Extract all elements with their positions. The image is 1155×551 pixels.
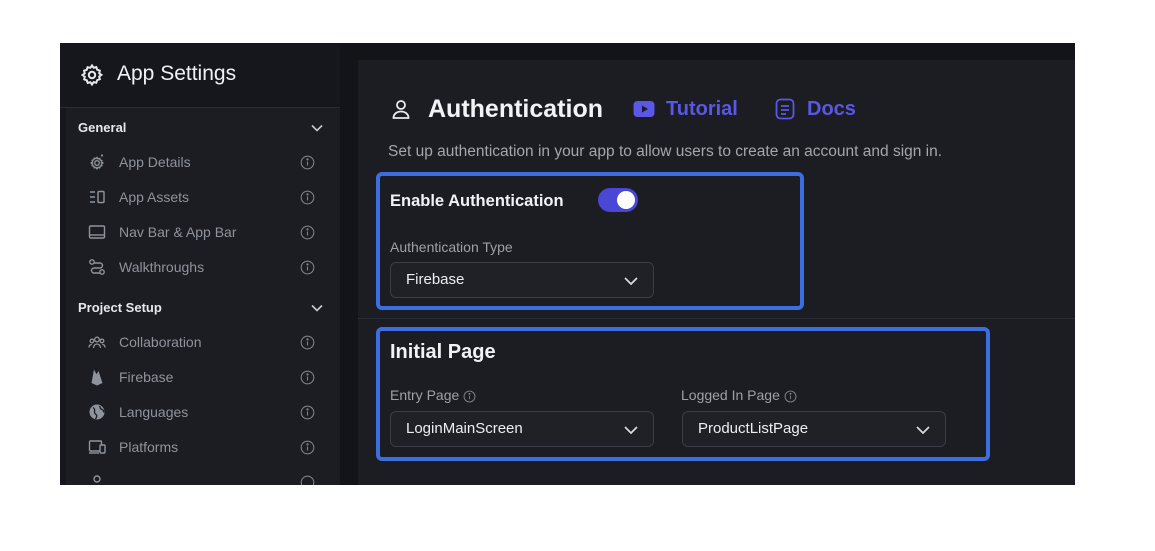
section-general-label: General (78, 120, 127, 135)
person-icon (392, 100, 410, 119)
logged-in-page-select[interactable]: ProductListPage (682, 411, 946, 447)
entry-page-select[interactable]: LoginMainScreen (390, 411, 654, 447)
gear-sparkle-icon (89, 154, 105, 171)
chevron-down-icon (624, 277, 638, 286)
info-icon[interactable] (300, 440, 315, 455)
enable-authentication-label: Enable Authentication (390, 192, 564, 210)
docs-icon[interactable] (775, 98, 795, 120)
info-icon[interactable] (300, 405, 315, 420)
chevron-down-icon (311, 124, 323, 132)
sidebar-item-label: App Assets (119, 189, 190, 205)
info-icon[interactable] (300, 475, 315, 485)
entry-page-field-label: Entry Page (390, 387, 476, 403)
sidebar-item-platforms[interactable]: Platforms (66, 430, 340, 464)
sidebar-item-label: App Details (119, 154, 191, 170)
app-window: App Settings General App Details App Ass… (60, 43, 1075, 485)
lock-icon (93, 475, 101, 483)
route-icon (89, 259, 105, 275)
sidebar-item-label: Walkthroughs (119, 259, 205, 275)
tutorial-link[interactable]: Tutorial (666, 98, 738, 121)
devices-icon (88, 440, 106, 454)
sidebar-item-label: Languages (119, 404, 189, 420)
sidebar-item-app-assets[interactable]: App Assets (66, 180, 340, 214)
initial-page-group: Initial Page Entry Page LoginMainScreen … (376, 327, 990, 461)
sidebar-item-nav-bar[interactable]: Nav Bar & App Bar (66, 215, 340, 249)
sidebar-item-collaboration[interactable]: Collaboration (66, 325, 340, 359)
chevron-down-icon (311, 304, 323, 312)
authentication-type-label: Authentication Type (390, 239, 513, 255)
chevron-down-icon (916, 426, 930, 435)
sidebar-item-languages[interactable]: Languages (66, 395, 340, 429)
logged-in-page-field-label: Logged In Page (681, 387, 797, 403)
gear-icon (80, 63, 104, 87)
assets-icon (90, 190, 105, 204)
youtube-icon[interactable] (633, 100, 655, 118)
info-icon[interactable] (300, 335, 315, 350)
sidebar-item-app-details[interactable]: App Details (66, 145, 340, 179)
toggle-knob (617, 191, 635, 209)
info-icon[interactable] (300, 225, 315, 240)
entry-page-label: Entry Page (390, 387, 460, 403)
entry-page-value: LoginMainScreen (406, 420, 523, 437)
info-icon[interactable] (784, 390, 797, 403)
chevron-down-icon (624, 426, 638, 435)
section-project-setup-label: Project Setup (78, 300, 162, 315)
logged-in-page-value: ProductListPage (698, 420, 809, 437)
firebase-icon (91, 369, 103, 386)
sidebar-menu: General App Details App Assets Nav Bar &… (66, 108, 340, 485)
info-icon[interactable] (300, 190, 315, 205)
sidebar-item-label: Firebase (119, 369, 174, 385)
sidebar-item-cut-off[interactable] (66, 465, 340, 485)
section-project-setup-header[interactable]: Project Setup (66, 294, 340, 322)
sidebar-item-firebase[interactable]: Firebase (66, 360, 340, 394)
settings-sidebar: App Settings General App Details App Ass… (60, 43, 340, 485)
sidebar-header: App Settings (60, 43, 340, 108)
panel-header: Authentication Tutorial Docs (358, 60, 1075, 123)
navbar-icon (88, 225, 106, 239)
logged-in-page-label: Logged In Page (681, 387, 780, 403)
sidebar-item-label: Nav Bar & App Bar (119, 224, 237, 240)
info-icon[interactable] (300, 370, 315, 385)
info-icon[interactable] (300, 260, 315, 275)
info-icon[interactable] (463, 390, 476, 403)
authentication-type-select[interactable]: Firebase (390, 262, 654, 298)
enable-authentication-toggle[interactable] (598, 188, 638, 212)
sidebar-item-label: Platforms (119, 439, 179, 455)
globe-icon (89, 404, 105, 420)
page-description: Set up authentication in your app to all… (388, 143, 943, 160)
users-icon (88, 336, 106, 349)
authentication-type-value: Firebase (406, 271, 465, 288)
info-icon[interactable] (300, 155, 315, 170)
sidebar-item-label: Collaboration (119, 334, 202, 350)
authentication-panel: Authentication Tutorial Docs Set up auth… (358, 60, 1075, 485)
docs-link[interactable]: Docs (807, 98, 856, 121)
section-divider (358, 318, 1075, 319)
initial-page-title: Initial Page (390, 341, 496, 363)
page-title: Authentication (428, 95, 603, 123)
sidebar-title: App Settings (117, 62, 237, 85)
sidebar-item-walkthroughs[interactable]: Walkthroughs (66, 250, 340, 284)
enable-authentication-group: Enable Authentication Authentication Typ… (376, 172, 804, 310)
section-general-header[interactable]: General (66, 114, 340, 142)
